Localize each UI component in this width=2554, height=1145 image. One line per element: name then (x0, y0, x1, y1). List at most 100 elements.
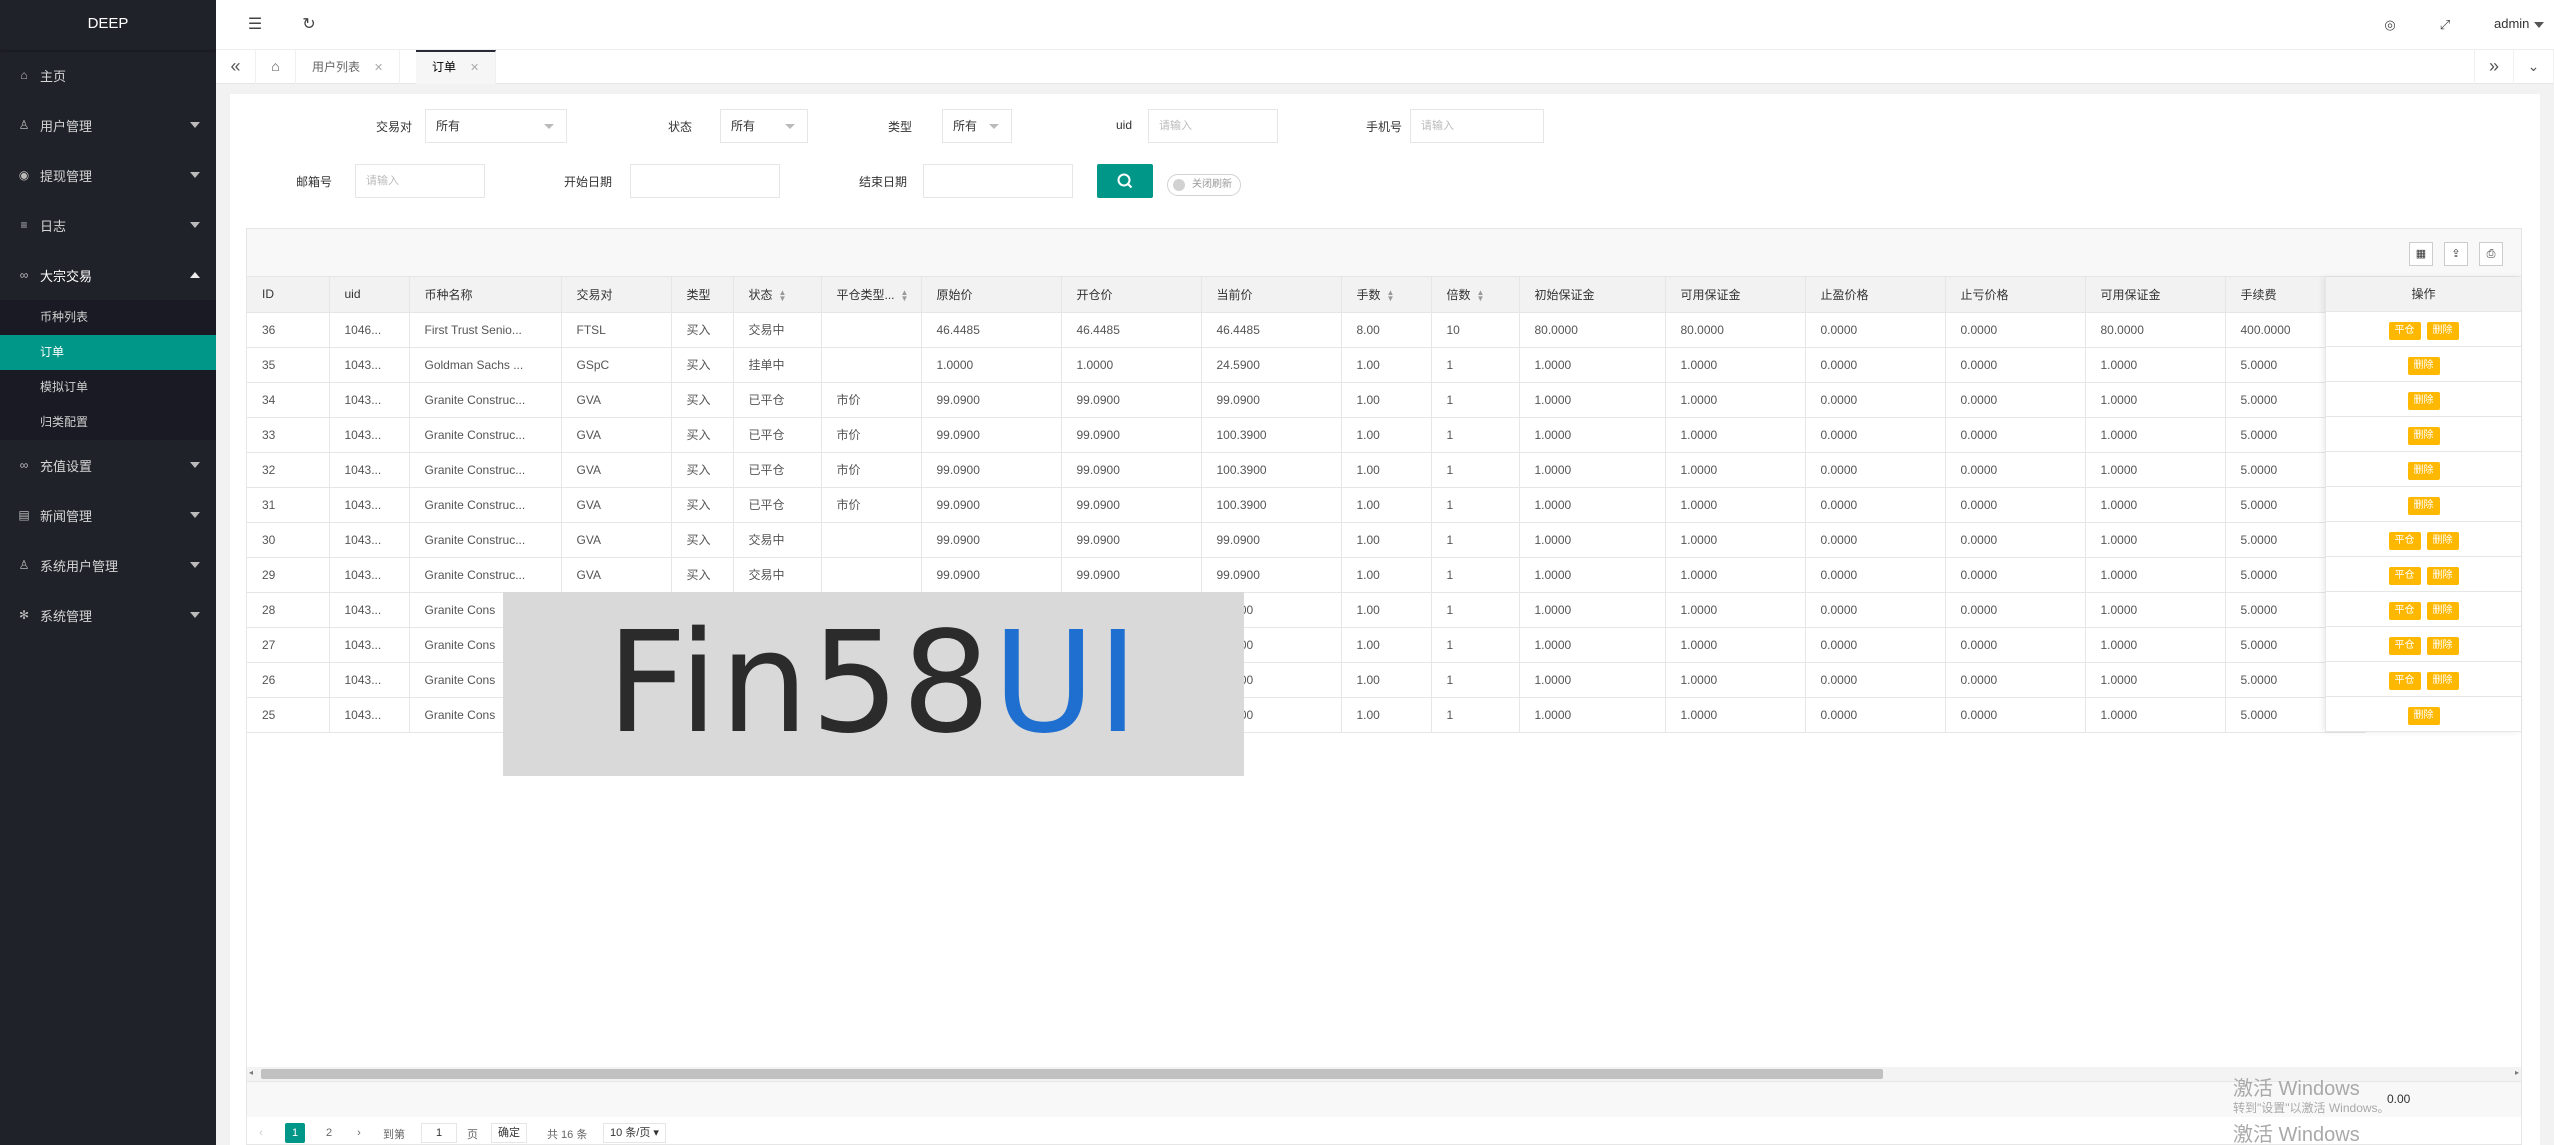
subnav-item-1[interactable]: 订单 (0, 335, 216, 370)
sidebar-item-5[interactable]: ∞ 充值设置 (0, 440, 216, 490)
delete-button[interactable]: 删除 (2407, 461, 2440, 480)
export-icon[interactable]: ⇪ (2444, 242, 2468, 266)
table-cell: 1.00 (1341, 382, 1432, 418)
close-position-button[interactable]: 平仓 (2388, 671, 2421, 690)
delete-button[interactable]: 删除 (2407, 496, 2440, 515)
sort-icon[interactable]: ▲ ▼ (901, 288, 909, 302)
user-menu[interactable]: admin (2494, 16, 2545, 31)
ops-cell: 平仓 删除 (2326, 557, 2521, 592)
app-logo: DEEP (0, 0, 216, 50)
sidebar-item-2[interactable]: ◉ 提现管理 (0, 150, 216, 200)
fullscreen-icon[interactable]: ⤢ (2434, 14, 2456, 36)
table-cell: 1.0000 (2085, 662, 2226, 698)
column-header[interactable]: 倍数 ▲ ▼ (1431, 277, 1520, 313)
table-cell: 1.0000 (2085, 417, 2226, 453)
delete-button[interactable]: 删除 (2426, 321, 2459, 340)
close-position-button[interactable]: 平仓 (2388, 601, 2421, 620)
delete-button[interactable]: 删除 (2426, 601, 2459, 620)
column-header: 初始保证金 (1519, 277, 1666, 313)
close-icon[interactable]: ✕ (374, 62, 383, 74)
horizontal-scrollbar[interactable]: ◂ ▸ (247, 1067, 2521, 1081)
table-cell: 1043... (329, 417, 410, 453)
prev-page-icon[interactable]: ‹ (251, 1123, 271, 1143)
goto-page-input[interactable]: 1 (421, 1123, 457, 1143)
column-header[interactable]: 手数 ▲ ▼ (1341, 277, 1432, 313)
delete-button[interactable]: 删除 (2407, 426, 2440, 445)
delete-button[interactable]: 删除 (2426, 671, 2459, 690)
sidebar-item-8[interactable]: ✻ 系统管理 (0, 590, 216, 640)
delete-button[interactable]: 删除 (2426, 566, 2459, 585)
page-2[interactable]: 2 (319, 1123, 339, 1143)
goto-confirm-button[interactable]: 确定 (491, 1123, 527, 1143)
tabs-scroll-left-icon[interactable]: « (216, 50, 256, 84)
sidebar-item-4[interactable]: ∞ 大宗交易 (0, 250, 216, 300)
uid-input[interactable]: 请输入 (1148, 109, 1278, 143)
table-cell: 0.0000 (1805, 557, 1946, 593)
delete-button[interactable]: 删除 (2407, 356, 2440, 375)
sidebar-nav: ⌂ 主页 ♙ 用户管理 ◉ 提现管理 ≡ 日志 ∞ 大宗交易 币种列表 订单 模拟订单 归类配置 ∞ 充值设置… (0, 50, 216, 640)
close-position-button[interactable]: 平仓 (2388, 531, 2421, 550)
tab-orders[interactable]: 订单 ✕ (416, 50, 497, 84)
table-cell: 80.0000 (1665, 312, 1806, 348)
table-cell: 0.0000 (1805, 522, 1946, 558)
delete-button[interactable]: 删除 (2426, 531, 2459, 550)
home-tab-icon[interactable]: ⌂ (256, 50, 296, 84)
scrollbar-thumb[interactable] (261, 1069, 1883, 1079)
table-cell: 交易中 (733, 522, 822, 558)
pair-select[interactable]: 所有 (425, 109, 567, 143)
status-select[interactable]: 所有 (720, 109, 808, 143)
subnav-item-0[interactable]: 币种列表 (0, 300, 216, 335)
phone-input[interactable]: 请输入 (1410, 109, 1544, 143)
start-date-input[interactable] (630, 164, 780, 198)
sidebar-item-7[interactable]: ♙ 系统用户管理 (0, 540, 216, 590)
close-position-button[interactable]: 平仓 (2388, 321, 2421, 340)
page-size-select[interactable]: 10 条/页 ▾ (603, 1123, 666, 1143)
delete-button[interactable]: 删除 (2407, 706, 2440, 725)
scroll-right-icon[interactable]: ▸ (2515, 1068, 2519, 1077)
subnav-item-2[interactable]: 模拟订单 (0, 370, 216, 405)
next-page-icon[interactable]: › (349, 1123, 369, 1143)
tabs-scroll-right-icon[interactable]: » (2474, 50, 2514, 84)
column-header[interactable]: 平仓类型... ▲ ▼ (821, 277, 922, 313)
table-cell: 99.0900 (921, 417, 1062, 453)
sort-icon[interactable]: ▲ ▼ (779, 288, 787, 302)
sort-icon[interactable]: ▲ ▼ (1477, 288, 1485, 302)
refresh-icon[interactable]: ↻ (298, 14, 320, 36)
search-button[interactable] (1097, 164, 1153, 198)
table-cell: 0.0000 (1805, 592, 1946, 628)
table-cell: 1.0000 (1665, 662, 1806, 698)
sidebar-item-1[interactable]: ♙ 用户管理 (0, 100, 216, 150)
chevron-down-icon (190, 612, 200, 618)
theme-icon[interactable]: ◎ (2379, 14, 2401, 36)
close-icon[interactable]: ✕ (470, 62, 479, 74)
tabs-menu-chevron-icon[interactable]: ⌄ (2514, 50, 2554, 84)
ops-cell: 删除 (2326, 697, 2521, 732)
column-header: ID (247, 277, 330, 313)
close-position-button[interactable]: 平仓 (2388, 566, 2421, 585)
sort-icon[interactable]: ▲ ▼ (1387, 288, 1395, 302)
totals-row: 0.00 (247, 1081, 2521, 1117)
table-cell: 1 (1431, 347, 1520, 383)
auto-refresh-toggle[interactable]: 关闭刷新 (1167, 174, 1241, 196)
column-header[interactable]: 状态 ▲ ▼ (733, 277, 822, 313)
email-label: 邮箱号 (295, 175, 332, 189)
columns-filter-icon[interactable]: ▦ (2409, 242, 2433, 266)
menu-toggle-icon[interactable]: ☰ (244, 14, 266, 36)
scroll-left-icon[interactable]: ◂ (249, 1068, 253, 1077)
delete-button[interactable]: 删除 (2407, 391, 2440, 410)
subnav-item-3[interactable]: 归类配置 (0, 405, 216, 440)
sidebar-item-3[interactable]: ≡ 日志 (0, 200, 216, 250)
close-position-button[interactable]: 平仓 (2388, 636, 2421, 655)
sidebar-item-0[interactable]: ⌂ 主页 (0, 50, 216, 100)
delete-button[interactable]: 删除 (2426, 636, 2459, 655)
end-date-input[interactable] (923, 164, 1073, 198)
table-cell: 46.4485 (921, 312, 1062, 348)
table-cell: 已平仓 (733, 417, 822, 453)
type-select[interactable]: 所有 (942, 109, 1012, 143)
tab-user-list[interactable]: 用户列表 ✕ (296, 50, 401, 84)
print-icon[interactable]: ⎙ (2479, 242, 2503, 266)
sidebar-item-6[interactable]: ▤ 新闻管理 (0, 490, 216, 540)
email-input[interactable]: 请输入 (355, 164, 485, 198)
page-1[interactable]: 1 (285, 1123, 305, 1143)
table-cell: 1.00 (1341, 417, 1432, 453)
